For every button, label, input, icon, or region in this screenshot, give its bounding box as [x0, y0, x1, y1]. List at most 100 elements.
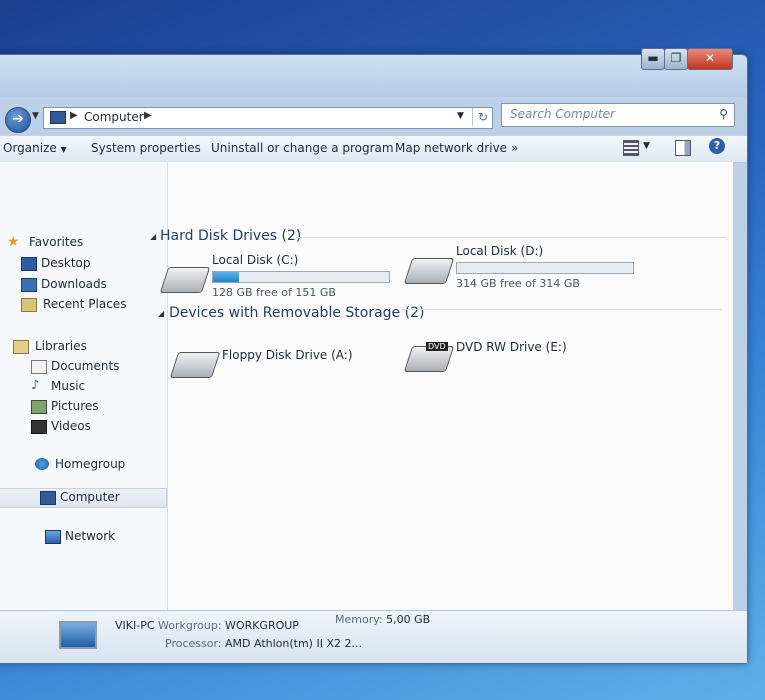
- details-memory: Memory: 5,00 GB: [335, 613, 430, 626]
- sidebar-item-label: Recent Places: [43, 297, 127, 311]
- change-view-icon[interactable]: [623, 140, 639, 156]
- sidebar-item-libraries[interactable]: Libraries: [0, 338, 165, 356]
- drive-name: Local Disk (D:): [456, 244, 544, 258]
- music-note-icon: ♪: [31, 378, 40, 393]
- sidebar-item-label: Documents: [51, 359, 120, 373]
- sidebar-item-label: Desktop: [41, 256, 91, 270]
- drive-free-space: 128 GB free of 151 GB: [212, 286, 336, 299]
- search-icon[interactable]: ⚲: [719, 107, 728, 121]
- more-commands-button[interactable]: »: [511, 141, 518, 155]
- computer-monitor-icon: [59, 621, 97, 649]
- address-bar[interactable]: ▶ Computer ▶ ▼ ↻: [43, 107, 493, 129]
- drive-local-disk-c[interactable]: Local Disk (C:) 128 GB free of 151 GB: [159, 253, 404, 303]
- desktop-icon: [21, 257, 37, 271]
- uninstall-program-button[interactable]: Uninstall or change a program: [211, 141, 394, 155]
- drive-dvd-rw-e[interactable]: DVD DVD RW Drive (E:): [403, 334, 638, 376]
- drive-usage-bar: [212, 271, 390, 283]
- sidebar-item-downloads[interactable]: Downloads: [0, 276, 165, 294]
- sidebar-item-label: Pictures: [51, 399, 99, 413]
- history-dropdown-icon[interactable]: ▼: [32, 111, 39, 121]
- preview-pane-icon[interactable]: [675, 140, 691, 156]
- recent-places-icon: [21, 298, 37, 312]
- videos-icon: [31, 420, 47, 434]
- navigation-pane: ★ Favorites Desktop Downloads Recent Pla…: [0, 162, 168, 610]
- processor-label: Processor:: [165, 637, 222, 650]
- drive-usage-bar: [456, 262, 634, 274]
- content-pane: ◢ Hard Disk Drives (2) Local Disk (C:) 1…: [150, 162, 733, 610]
- downloads-icon: [21, 278, 37, 292]
- minimize-button[interactable]: ▬: [641, 48, 665, 70]
- back-arrow-icon[interactable]: ➔: [5, 107, 31, 133]
- sidebar-item-label: Music: [51, 379, 86, 393]
- hard-drive-icon: [403, 258, 455, 284]
- sidebar-item-label: Videos: [51, 419, 91, 433]
- drive-name: DVD RW Drive (E:): [456, 340, 567, 354]
- sidebar-item-favorites[interactable]: ★ Favorites: [0, 234, 165, 252]
- drive-name: Local Disk (C:): [212, 253, 299, 267]
- sidebar-item-network[interactable]: Network: [0, 528, 165, 546]
- group-divider: [402, 309, 722, 310]
- breadcrumb-chevron-icon[interactable]: ▶: [144, 110, 152, 121]
- sidebar-item-desktop[interactable]: Desktop: [0, 255, 165, 273]
- help-icon[interactable]: ?: [709, 138, 725, 154]
- map-network-drive-button[interactable]: Map network drive: [395, 141, 507, 155]
- sidebar-item-label: Network: [65, 529, 116, 543]
- search-placeholder: Search Computer: [510, 107, 615, 121]
- maximize-button[interactable]: ❐: [664, 48, 688, 70]
- sidebar-item-label: Homegroup: [55, 457, 126, 471]
- collapse-triangle-icon[interactable]: ◢: [150, 232, 156, 241]
- hard-drive-windows-icon: [159, 267, 211, 293]
- dvd-badge: DVD: [426, 342, 448, 351]
- sidebar-item-homegroup[interactable]: Homegroup: [0, 456, 165, 474]
- pictures-icon: [31, 400, 47, 414]
- drive-free-space: 314 GB free of 314 GB: [456, 277, 580, 290]
- processor-value: AMD Athlon(tm) II X2 2...: [225, 637, 362, 650]
- sidebar-item-pictures[interactable]: Pictures: [0, 398, 165, 416]
- sidebar-item-label: Downloads: [41, 277, 107, 291]
- search-input[interactable]: Search Computer ⚲: [501, 103, 735, 127]
- star-icon: ★: [7, 234, 20, 250]
- organize-label: Organize: [3, 141, 57, 155]
- explorer-window: ▬ ❐ ✕ ➔ ▼ ▶ Computer ▶ ▼ ↻ Search Comput…: [0, 48, 748, 664]
- breadcrumb-computer[interactable]: Computer: [84, 110, 144, 124]
- libraries-icon: [13, 340, 29, 354]
- workgroup-label: Workgroup:: [158, 619, 222, 632]
- workgroup-value: WORKGROUP: [225, 619, 299, 632]
- title-bar: [0, 55, 747, 97]
- breadcrumb-chevron-icon[interactable]: ▶: [70, 110, 78, 121]
- network-icon: [45, 530, 61, 544]
- computer-icon: [40, 491, 56, 505]
- command-bar: Organize ▼ System properties Uninstall o…: [0, 135, 747, 163]
- group-title: Hard Disk Drives (2): [160, 228, 302, 244]
- chevron-down-icon: ▼: [60, 145, 67, 154]
- group-title: Devices with Removable Storage (2): [169, 305, 425, 321]
- computer-icon: [50, 111, 66, 124]
- drive-name: Floppy Disk Drive (A:): [222, 348, 353, 362]
- sidebar-item-music[interactable]: ♪ Music: [0, 378, 165, 396]
- group-divider: [296, 237, 726, 238]
- floppy-drive-icon: [169, 352, 221, 378]
- system-properties-button[interactable]: System properties: [91, 141, 201, 155]
- sidebar-item-label: Favorites: [29, 235, 84, 249]
- sidebar-item-recent-places[interactable]: Recent Places: [0, 296, 165, 314]
- details-processor: Processor: AMD Athlon(tm) II X2 2...: [165, 637, 362, 650]
- address-dropdown-icon[interactable]: ▼: [457, 111, 464, 121]
- sidebar-item-computer[interactable]: Computer: [0, 488, 167, 508]
- view-dropdown-icon[interactable]: ▼: [643, 141, 650, 151]
- close-button[interactable]: ✕: [687, 48, 733, 70]
- refresh-icon[interactable]: ↻: [472, 108, 493, 126]
- details-pane: VIKI-PC Workgroup: WORKGROUP Memory: 5,0…: [0, 610, 747, 663]
- memory-label: Memory:: [335, 613, 383, 626]
- drive-local-disk-d[interactable]: Local Disk (D:) 314 GB free of 314 GB: [403, 244, 648, 294]
- memory-value: 5,00 GB: [386, 613, 431, 626]
- sidebar-item-documents[interactable]: Documents: [0, 358, 165, 376]
- collapse-triangle-icon[interactable]: ◢: [158, 309, 164, 318]
- address-row: ➔ ▼ ▶ Computer ▶ ▼ ↻ Search Computer ⚲: [0, 103, 747, 133]
- sidebar-item-videos[interactable]: Videos: [0, 418, 165, 436]
- homegroup-icon: [35, 458, 49, 470]
- drive-usage-fill: [213, 272, 240, 282]
- pc-name: VIKI-PC: [115, 619, 155, 632]
- drive-floppy-a[interactable]: Floppy Disk Drive (A:): [169, 340, 404, 382]
- organize-button[interactable]: Organize ▼: [3, 141, 67, 155]
- sidebar-item-label: Computer: [60, 490, 120, 504]
